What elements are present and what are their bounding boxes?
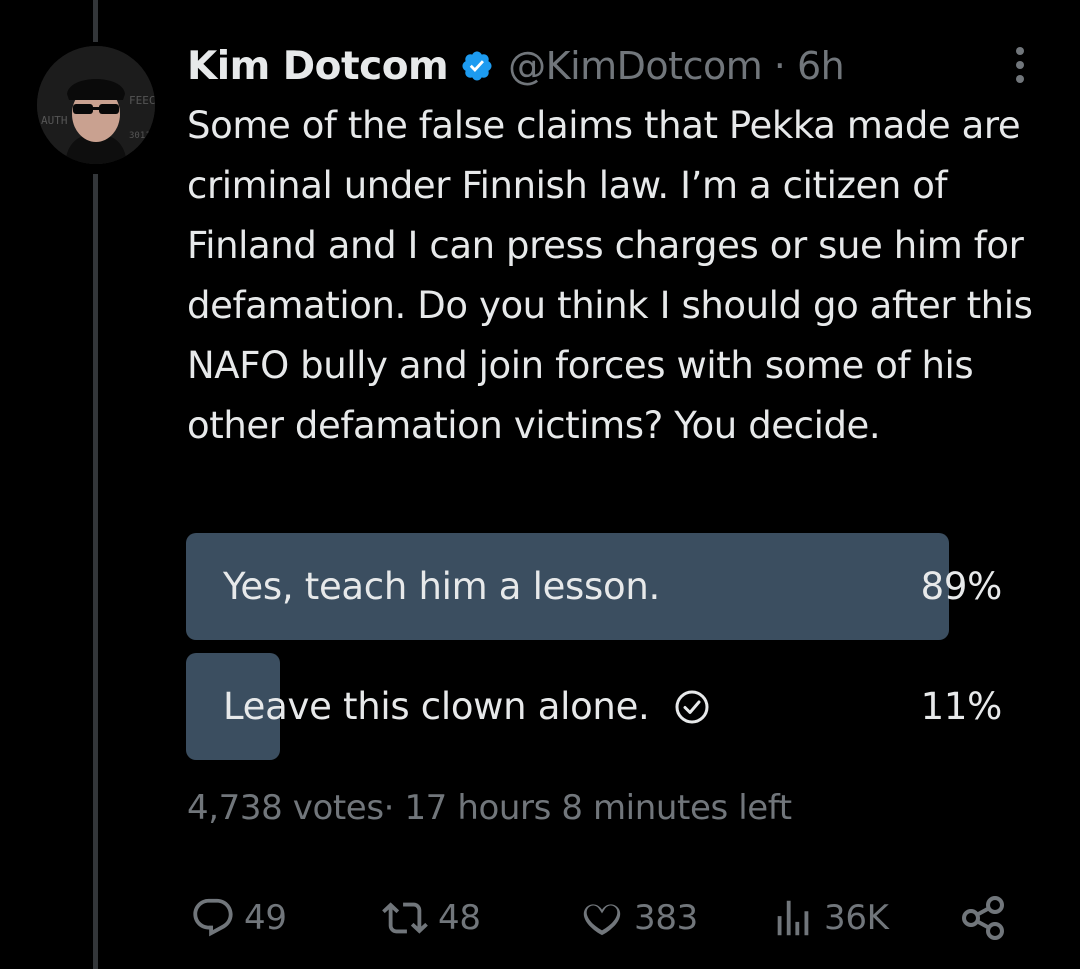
reply-button[interactable]: 49 [190,888,287,948]
views-icon [777,900,809,936]
svg-text:FEEC: FEEC [129,94,155,107]
poll-votes-and-time-left: 4,738 votes· 17 hours 8 minutes left [187,788,792,828]
retweet-icon [382,902,428,934]
author-handle-and-time[interactable]: @KimDotcom · 6h [508,44,845,88]
tweet-text: Some of the false claims that Pekka made… [187,104,1033,447]
share-button[interactable] [958,888,1008,948]
thread-line-bottom [93,174,98,969]
poll-option-percent: 89% [920,565,1003,608]
more-options-icon[interactable] [1004,45,1036,85]
views-button[interactable]: 36K [770,888,889,948]
tweet-actions: 49 48 383 36K [0,888,1080,948]
views-count: 36K [824,898,889,938]
avatar[interactable]: AUTH FEEC 3011 [37,46,155,164]
verified-badge-icon [460,49,494,83]
poll-option-label: Leave this clown alone. [223,685,650,728]
check-circle-icon [675,690,708,723]
author-name[interactable]: Kim Dotcom [187,44,449,89]
svg-text:AUTH: AUTH [41,114,68,127]
poll-option-yes[interactable]: Yes, teach him a lesson. 89% [186,533,1002,640]
retweet-count: 48 [438,898,481,938]
poll-option-leave[interactable]: Leave this clown alone. 11% [186,653,1002,760]
like-button[interactable]: 383 [578,888,698,948]
poll-option-percent: 11% [920,685,1003,728]
reply-count: 49 [244,898,287,938]
tweet-header: Kim Dotcom @KimDotcom · 6h [187,38,845,94]
thread-line-top [93,0,98,42]
reply-icon [193,898,233,937]
like-count: 383 [634,898,698,938]
like-icon [583,904,621,936]
svg-text:3011: 3011 [129,131,151,141]
share-icon [962,896,1004,940]
retweet-button[interactable]: 48 [380,888,481,948]
poll-option-label: Yes, teach him a lesson. [223,565,660,608]
